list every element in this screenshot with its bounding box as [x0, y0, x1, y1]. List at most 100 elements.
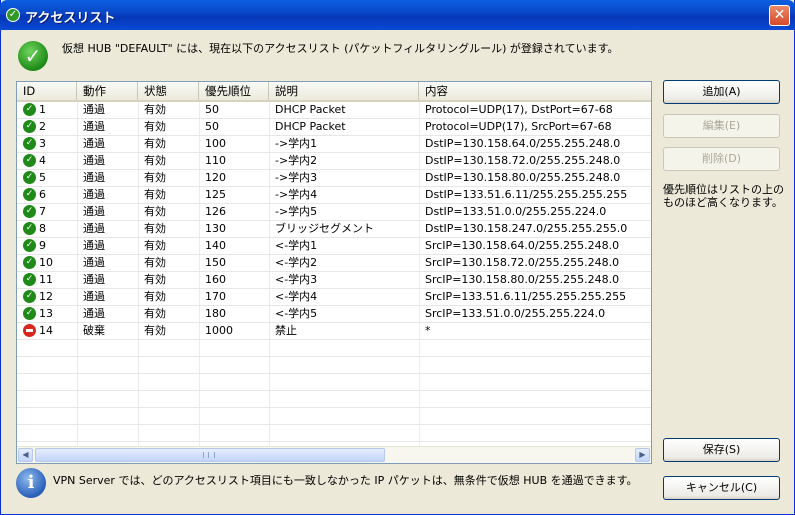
cell-description: ->学内1 — [275, 137, 318, 150]
cell-priority: 180 — [205, 307, 226, 320]
cell-state: 有効 — [144, 239, 166, 252]
cell-state: 有効 — [144, 290, 166, 303]
table-row[interactable]: ✓ 9 通過 有効 140 <-学内1 SrcIP=130.158.64.0/255.255… — [17, 238, 651, 255]
table-row[interactable]: ✓ 10 通過 有効 150 <-学内2 SrcIP=130.158.72.0/255.25… — [17, 255, 651, 272]
cell-id: ✓ 2 — [17, 119, 77, 135]
cell-action: 通過 — [83, 307, 105, 320]
column-header-id[interactable]: ID — [17, 82, 77, 100]
row-id: 12 — [39, 290, 53, 303]
cell-content: DstIP=133.51.6.11/255.255.255.255 — [425, 188, 628, 201]
row-id: 9 — [39, 239, 46, 252]
table-row[interactable]: ✓ 12 通過 有効 170 <-学内4 SrcIP=133.51.6.11/255.255… — [17, 289, 651, 306]
table-row[interactable]: ✓ 6 通過 有効 125 ->学内4 DstIP=133.51.6.11/255.255.… — [17, 187, 651, 204]
table-row[interactable]: ✓ 8 通過 有効 130 ブリッジセグメント DstIP=130.158.247.0/25… — [17, 221, 651, 238]
column-header-content[interactable]: 内容 — [419, 82, 651, 100]
save-button[interactable]: 保存(S) — [663, 438, 780, 462]
header-message: 仮想 HUB "DEFAULT" には、現在以下のアクセスリスト (パケットフィ… — [62, 42, 619, 55]
cell-content: DstIP=133.51.0.0/255.255.224.0 — [425, 205, 607, 218]
cell-priority: 125 — [205, 188, 226, 201]
check-circle-icon: ✓ — [23, 154, 36, 167]
cell-action: 通過 — [83, 205, 105, 218]
delete-button[interactable]: 削除(D) — [663, 147, 780, 171]
info-icon: i — [16, 468, 46, 498]
cell-action: 通過 — [83, 120, 105, 133]
cell-state: 有効 — [144, 154, 166, 167]
empty-row — [17, 408, 651, 425]
row-id: 8 — [39, 222, 46, 235]
cell-id: ✓ 11 — [17, 272, 77, 288]
cell-content: SrcIP=130.158.72.0/255.255.248.0 — [425, 256, 620, 269]
column-header-action[interactable]: 動作 — [77, 82, 138, 100]
row-id: 11 — [39, 273, 53, 286]
cell-description: ->学内4 — [275, 188, 318, 201]
cell-content: SrcIP=133.51.0.0/255.255.224.0 — [425, 307, 606, 320]
row-id: 2 — [39, 120, 46, 133]
table-row[interactable]: 14 破棄 有効 1000 禁止 * — [17, 323, 651, 340]
cell-id: ✓ 4 — [17, 153, 77, 169]
window-title: アクセスリスト — [25, 11, 116, 26]
add-button[interactable]: 追加(A) — [663, 80, 780, 104]
cell-content: DstIP=130.158.247.0/255.255.255.0 — [425, 222, 628, 235]
cell-priority: 50 — [205, 103, 219, 116]
scrollbar-thumb[interactable] — [35, 448, 385, 462]
cell-description: <-学内3 — [275, 273, 318, 286]
empty-row — [17, 374, 651, 391]
check-circle-icon: ✓ — [23, 256, 36, 269]
cell-state: 有効 — [144, 222, 166, 235]
row-id: 4 — [39, 154, 46, 167]
edit-button[interactable]: 編集(E) — [663, 114, 780, 138]
table-row[interactable]: ✓ 2 通過 有効 50 DHCP Packet Protocol=UDP(17), Src… — [17, 119, 651, 136]
cell-priority: 160 — [205, 273, 226, 286]
table-row[interactable]: ✓ 13 通過 有効 180 <-学内5 SrcIP=133.51.0.0/255.255.… — [17, 306, 651, 323]
cell-description: ブリッジセグメント — [275, 222, 374, 235]
table-row[interactable]: ✓ 1 通過 有効 50 DHCP Packet Protocol=UDP(17), Dst… — [17, 102, 651, 119]
access-list-window: ✓ アクセスリスト ✕ ✓ 仮想 HUB "DEFAULT" には、現在以下のア… — [0, 0, 795, 515]
cell-action: 通過 — [83, 103, 105, 116]
cell-state: 有効 — [144, 307, 166, 320]
check-circle-icon: ✓ — [23, 120, 36, 133]
table-row[interactable]: ✓ 4 通過 有効 110 ->学内2 DstIP=130.158.72.0/255.255… — [17, 153, 651, 170]
empty-row — [17, 391, 651, 408]
check-circle-icon: ✓ — [23, 103, 36, 116]
scroll-right-arrow-icon[interactable]: ▶ — [635, 448, 650, 462]
cell-action: 通過 — [83, 188, 105, 201]
no-entry-icon — [23, 324, 36, 337]
cell-action: 通過 — [83, 154, 105, 167]
row-id: 1 — [39, 103, 46, 116]
title-bar[interactable]: ✓ アクセスリスト ✕ — [0, 0, 795, 30]
empty-row — [17, 357, 651, 374]
column-header-state[interactable]: 状態 — [138, 82, 199, 100]
row-id: 10 — [39, 256, 53, 269]
column-header-priority[interactable]: 優先順位 — [199, 82, 269, 100]
cancel-button[interactable]: キャンセル(C) — [663, 476, 780, 500]
table-row[interactable]: ✓ 7 通過 有効 126 ->学内5 DstIP=133.51.0.0/255.255.2… — [17, 204, 651, 221]
cell-id: ✓ 8 — [17, 221, 77, 237]
column-header-description[interactable]: 説明 — [269, 82, 419, 100]
table-row[interactable]: ✓ 11 通過 有効 160 <-学内3 SrcIP=130.158.80.0/255.25… — [17, 272, 651, 289]
cell-description: <-学内1 — [275, 239, 318, 252]
cell-state: 有効 — [144, 103, 166, 116]
empty-row — [17, 340, 651, 357]
cell-id: ✓ 9 — [17, 238, 77, 254]
cell-priority: 126 — [205, 205, 226, 218]
cell-content: Protocol=UDP(17), SrcPort=67-68 — [425, 120, 612, 133]
cell-action: 通過 — [83, 239, 105, 252]
table-row[interactable]: ✓ 5 通過 有効 120 ->学内3 DstIP=130.158.80.0/255.255… — [17, 170, 651, 187]
cell-description: 禁止 — [275, 324, 297, 337]
cell-content: DstIP=130.158.64.0/255.255.248.0 — [425, 137, 621, 150]
close-button[interactable]: ✕ — [769, 5, 790, 26]
row-id: 3 — [39, 137, 46, 150]
table-row[interactable]: ✓ 3 通過 有効 100 ->学内1 DstIP=130.158.64.0/255.255… — [17, 136, 651, 153]
cell-state: 有効 — [144, 256, 166, 269]
cell-id: ✓ 5 — [17, 170, 77, 186]
cell-priority: 140 — [205, 239, 226, 252]
scroll-left-arrow-icon[interactable]: ◀ — [18, 448, 33, 462]
cell-state: 有効 — [144, 324, 166, 337]
check-circle-icon: ✓ — [23, 137, 36, 150]
access-list-table[interactable]: ID 動作 状態 優先順位 説明 内容 ✓ 1 通過 有効 50 DHCP Packet P… — [16, 81, 652, 464]
cell-priority: 50 — [205, 120, 219, 133]
check-circle-icon: ✓ — [23, 273, 36, 286]
cell-description: ->学内3 — [275, 171, 318, 184]
horizontal-scrollbar[interactable]: ◀ ▶ — [17, 446, 651, 463]
check-circle-icon: ✓ — [23, 239, 36, 252]
